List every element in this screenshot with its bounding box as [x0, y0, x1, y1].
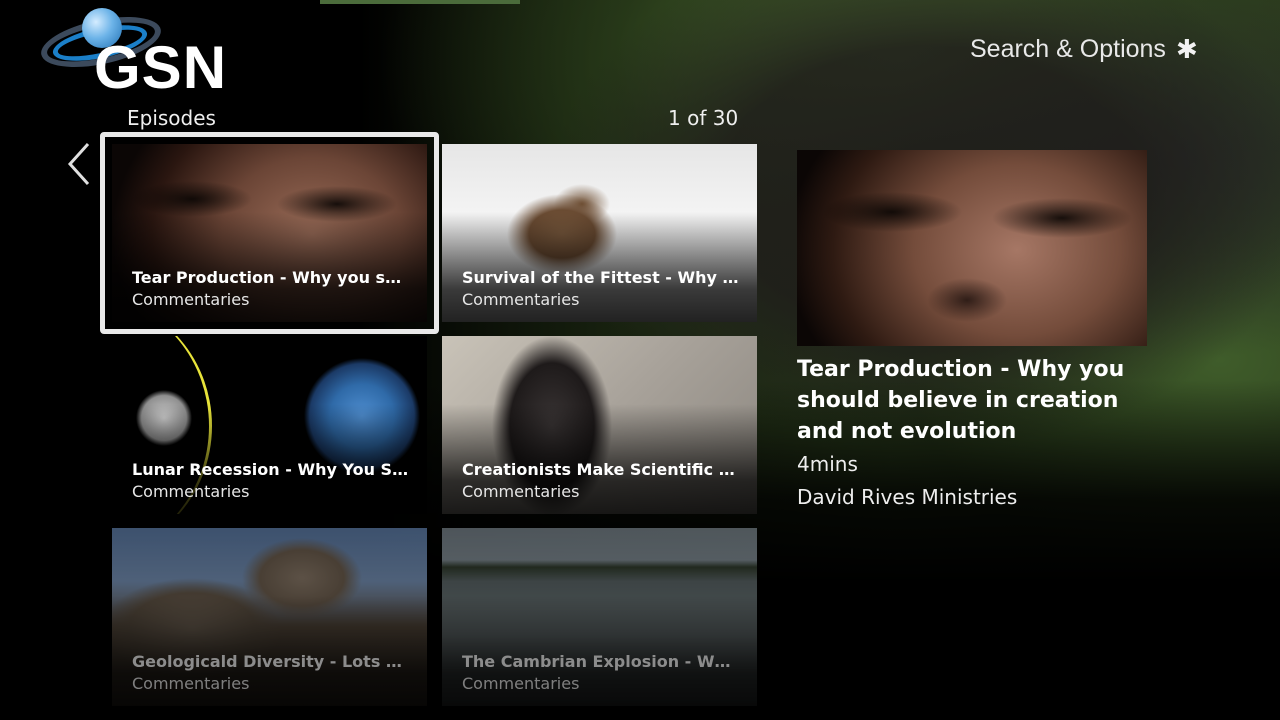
episode-title: Tear Production - Why you sh...	[132, 268, 409, 287]
search-options-button[interactable]: Search & Options ✱	[970, 34, 1198, 65]
episode-tile[interactable]: The Cambrian Explosion - Wh... Commentar…	[442, 528, 757, 706]
episode-tile[interactable]: Geologicald Diversity - Lots o... Commen…	[112, 528, 427, 706]
episode-tile[interactable]: Survival of the Fittest - Why ... Commen…	[442, 144, 757, 322]
episode-tile[interactable]: Creationists Make Scientific P... Commen…	[442, 336, 757, 514]
episode-title: Lunar Recession - Why You S...	[132, 460, 409, 479]
logo-text: GSN	[94, 34, 228, 101]
detail-duration: 4mins	[797, 452, 858, 476]
detail-thumbnail	[797, 150, 1147, 346]
episode-category: Commentaries	[462, 674, 580, 693]
episode-category: Commentaries	[462, 290, 580, 309]
detail-provider: David Rives Ministries	[797, 485, 1018, 509]
detail-title: Tear Production - Why you should believe…	[797, 357, 1125, 444]
section-title: Episodes	[127, 106, 216, 130]
top-accent-line	[320, 0, 520, 4]
episode-category: Commentaries	[132, 674, 250, 693]
page-indicator: 1 of 30	[668, 106, 739, 130]
episode-category: Commentaries	[132, 482, 250, 501]
episode-title: Geologicald Diversity - Lots o...	[132, 652, 409, 671]
episode-category: Commentaries	[132, 290, 250, 309]
episode-tile[interactable]: Lunar Recession - Why You S... Commentar…	[112, 336, 427, 514]
episode-title: Survival of the Fittest - Why ...	[462, 268, 739, 287]
episode-category: Commentaries	[462, 482, 580, 501]
episode-tile[interactable]: Tear Production - Why you sh... Commenta…	[112, 144, 427, 322]
episode-title: The Cambrian Explosion - Wh...	[462, 652, 739, 671]
episode-title: Creationists Make Scientific P...	[462, 460, 739, 479]
asterisk-icon: ✱	[1175, 34, 1198, 64]
gsn-logo: GSN	[36, 6, 238, 101]
previous-arrow-icon[interactable]	[66, 142, 106, 192]
search-options-label: Search & Options	[970, 35, 1166, 63]
